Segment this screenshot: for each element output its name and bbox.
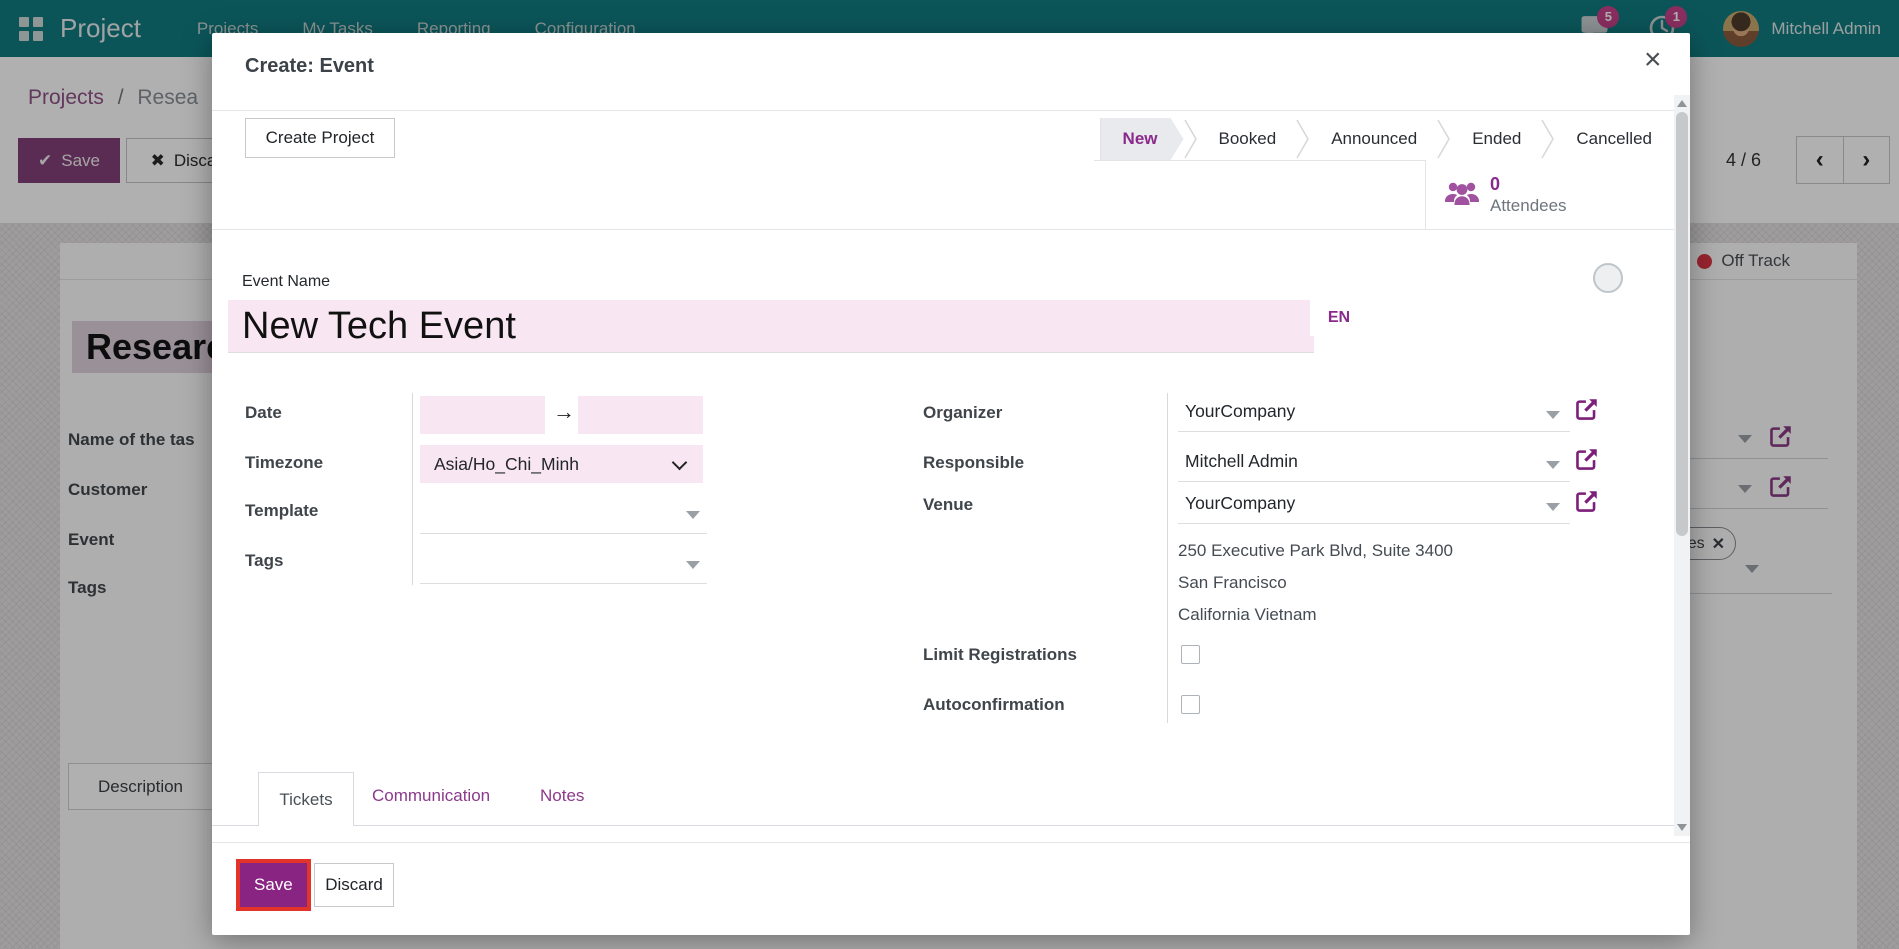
external-link-icon[interactable] xyxy=(1574,446,1600,472)
create-event-modal: Create: Event × Create Project New Booke… xyxy=(212,33,1690,935)
template-input-underline[interactable] xyxy=(420,533,707,534)
field-underline xyxy=(228,352,1314,353)
template-label: Template xyxy=(245,501,318,521)
limit-registrations-label: Limit Registrations xyxy=(923,645,1077,665)
scroll-up-icon[interactable] xyxy=(1677,100,1687,107)
stage-booked[interactable]: Booked xyxy=(1199,118,1297,160)
address-line-2: San Francisco xyxy=(1178,567,1453,599)
timezone-label: Timezone xyxy=(245,453,323,473)
organizer-value[interactable]: YourCompany xyxy=(1185,401,1295,422)
chevron-down-icon[interactable] xyxy=(1546,411,1560,419)
event-name-label: Event Name xyxy=(242,273,330,291)
stage-cancelled[interactable]: Cancelled xyxy=(1556,118,1672,160)
event-name-input[interactable]: New Tech Event xyxy=(228,300,1314,352)
tags-label: Tags xyxy=(245,551,283,571)
divider xyxy=(412,393,413,585)
timezone-select[interactable]: Asia/Ho_Chi_Minh xyxy=(420,445,703,483)
address-line-1: 250 Executive Park Blvd, Suite 3400 xyxy=(1178,535,1453,567)
scrollbar-thumb[interactable] xyxy=(1676,112,1688,536)
limit-registrations-checkbox[interactable] xyxy=(1181,645,1200,664)
responsible-value[interactable]: Mitchell Admin xyxy=(1185,451,1298,472)
divider xyxy=(212,842,1690,843)
divider xyxy=(212,229,1690,230)
kanban-state-circle[interactable] xyxy=(1593,263,1623,293)
modal-scrollbar[interactable] xyxy=(1674,95,1690,836)
field-underline xyxy=(1178,431,1570,432)
notebook-tabs: Tickets Communication Notes xyxy=(212,772,1690,826)
date-end-input[interactable] xyxy=(578,396,703,434)
modal-save-button[interactable]: Save xyxy=(240,863,307,907)
scroll-down-icon[interactable] xyxy=(1677,824,1687,831)
stage-announced[interactable]: Announced xyxy=(1311,118,1437,160)
field-underline xyxy=(1178,481,1570,482)
modal-title: Create: Event xyxy=(245,55,374,78)
stage-chevron-icon xyxy=(1541,118,1556,160)
venue-value[interactable]: YourCompany xyxy=(1185,493,1295,514)
divider xyxy=(1094,160,1425,161)
venue-address: 250 Executive Park Blvd, Suite 3400 San … xyxy=(1178,535,1453,631)
chevron-down-icon[interactable] xyxy=(1546,503,1560,511)
autoconfirmation-checkbox[interactable] xyxy=(1181,695,1200,714)
stage-ended[interactable]: Ended xyxy=(1452,118,1541,160)
tab-tickets[interactable]: Tickets xyxy=(258,772,354,826)
create-project-button[interactable]: Create Project xyxy=(245,118,395,158)
external-link-icon[interactable] xyxy=(1574,488,1600,514)
stage-chevron-icon xyxy=(1296,118,1311,160)
chevron-down-icon[interactable] xyxy=(686,511,700,519)
attendees-group-icon xyxy=(1444,179,1480,211)
divider xyxy=(1167,393,1168,723)
tab-notes[interactable]: Notes xyxy=(540,786,584,806)
screen: Project Projects My Tasks Reporting Conf… xyxy=(0,0,1899,949)
stage-chevron-icon xyxy=(1184,118,1199,160)
arrow-right-icon: → xyxy=(553,399,575,425)
modal-discard-button[interactable]: Discard xyxy=(314,863,394,907)
stage-chevron-icon xyxy=(1437,118,1452,160)
address-line-3: California Vietnam xyxy=(1178,599,1453,631)
attendees-label: Attendees xyxy=(1490,195,1567,217)
date-label: Date xyxy=(245,403,282,423)
attendees-stat-button[interactable]: 0 Attendees xyxy=(1425,160,1690,229)
organizer-label: Organizer xyxy=(923,403,1002,423)
translation-badge[interactable]: EN xyxy=(1310,300,1368,336)
tab-communication[interactable]: Communication xyxy=(372,786,490,806)
stage-statusbar: New Booked Announced Ended Cancelled xyxy=(1100,118,1672,160)
stage-new[interactable]: New xyxy=(1101,118,1184,160)
external-link-icon[interactable] xyxy=(1574,396,1600,422)
chevron-down-icon[interactable] xyxy=(686,561,700,569)
autoconfirmation-label: Autoconfirmation xyxy=(923,695,1065,715)
close-icon[interactable]: × xyxy=(1644,45,1662,75)
divider xyxy=(212,110,1690,111)
field-underline xyxy=(1178,523,1570,524)
attendees-count: 0 xyxy=(1490,173,1567,195)
tags-input-underline[interactable] xyxy=(420,583,707,584)
venue-label: Venue xyxy=(923,495,973,515)
responsible-label: Responsible xyxy=(923,453,1024,473)
chevron-down-icon[interactable] xyxy=(1546,461,1560,469)
date-start-input[interactable] xyxy=(420,396,545,434)
